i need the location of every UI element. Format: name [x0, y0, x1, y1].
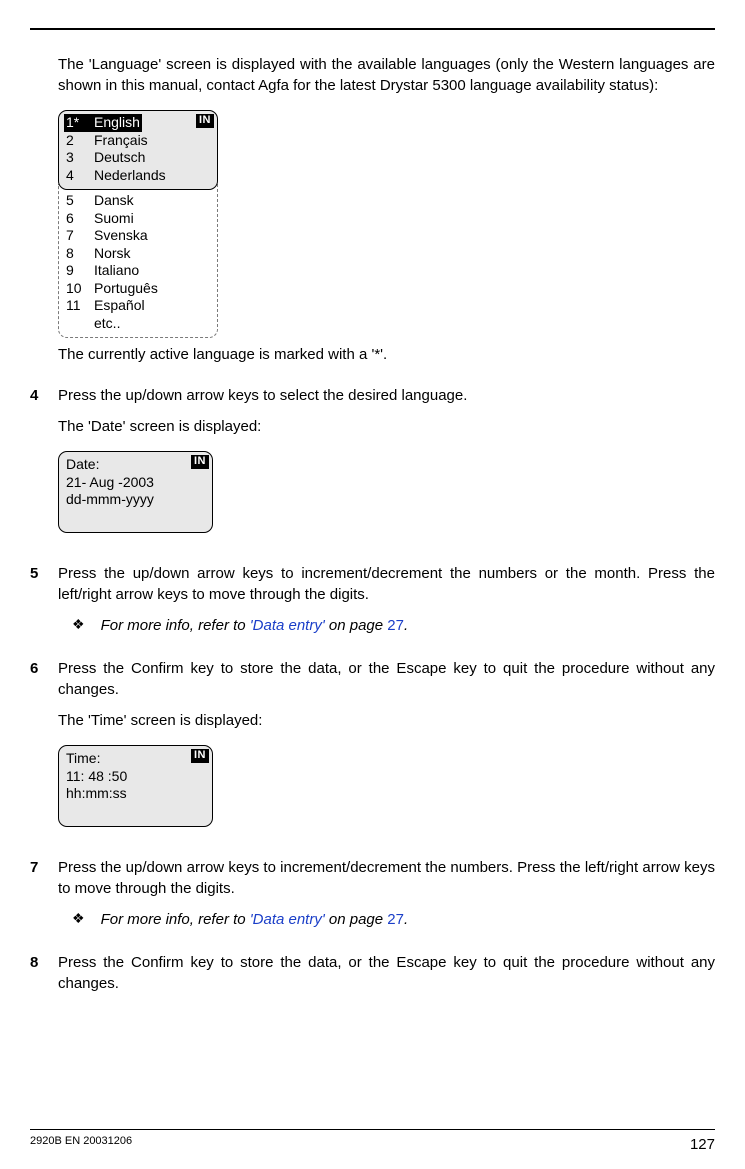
lang-row: 11 Español — [66, 297, 210, 315]
footer-doc-id: 2920B EN 20031206 — [30, 1134, 132, 1155]
intro-paragraph: The 'Language' screen is displayed with … — [58, 54, 715, 96]
language-screen: IN 1* English 2 Français 3 Deutsch 4 Ned… — [58, 110, 218, 338]
diamond-icon: ❖ — [72, 909, 85, 930]
in-badge: IN — [191, 749, 209, 763]
in-badge: IN — [196, 114, 214, 128]
hint-row: ❖ For more info, refer to 'Data entry' o… — [58, 909, 715, 930]
data-entry-link[interactable]: 'Data entry' — [250, 911, 325, 928]
step-number: 6 — [30, 658, 44, 837]
in-badge: IN — [191, 455, 209, 469]
step-number: 7 — [30, 857, 44, 932]
time-screen: IN Time: 11: 48 :50 hh:mm:ss — [58, 745, 213, 827]
lang-row: etc.. — [66, 315, 210, 333]
diamond-icon: ❖ — [72, 615, 85, 636]
step-text: Press the Confirm key to store the data,… — [58, 952, 715, 994]
data-entry-link[interactable]: 'Data entry' — [250, 617, 325, 634]
step-follow: The 'Time' screen is displayed: — [58, 710, 715, 731]
step-text: Press the up/down arrow keys to incremen… — [58, 563, 715, 605]
lang-row: 5 Dansk — [66, 192, 210, 210]
lang-row: 10 Português — [66, 280, 210, 298]
step-text: Press the up/down arrow keys to select t… — [58, 385, 715, 406]
lang-row: 1* English — [64, 114, 142, 132]
step-number: 8 — [30, 952, 44, 1004]
step-number: 5 — [30, 563, 44, 638]
lang-row: 7 Svenska — [66, 227, 210, 245]
lang-row: 3 Deutsch — [66, 149, 210, 167]
after-lang-paragraph: The currently active language is marked … — [58, 344, 715, 365]
lang-row: 8 Norsk — [66, 245, 210, 263]
page-link[interactable]: 27 — [387, 911, 404, 928]
lang-row: 4 Nederlands — [66, 167, 210, 185]
lang-row: 9 Italiano — [66, 262, 210, 280]
step-number: 4 — [30, 385, 44, 543]
hint-row: ❖ For more info, refer to 'Data entry' o… — [58, 615, 715, 636]
lang-row: 2 Français — [66, 132, 210, 150]
step-text: Press the Confirm key to store the data,… — [58, 658, 715, 700]
page-number: 127 — [690, 1134, 715, 1155]
step-text: Press the up/down arrow keys to incremen… — [58, 857, 715, 899]
date-screen: IN Date: 21- Aug -2003 dd-mmm-yyyy — [58, 451, 213, 533]
page-link[interactable]: 27 — [387, 617, 404, 634]
step-follow: The 'Date' screen is displayed: — [58, 416, 715, 437]
lang-row: 6 Suomi — [66, 210, 210, 228]
